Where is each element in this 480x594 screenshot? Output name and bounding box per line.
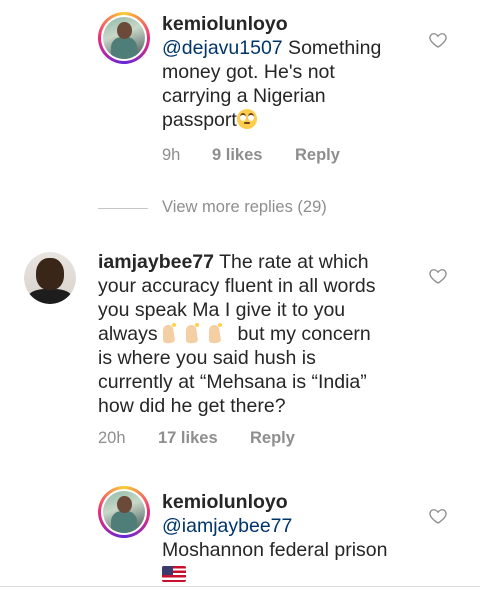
avatar-iamjaybee77[interactable] [24,252,76,304]
like-heart-icon[interactable] [428,506,448,526]
rolling-eyes-emoji-icon [236,109,257,129]
reply-button[interactable]: Reply [295,146,340,165]
comment-username[interactable]: kemiolunloyo [162,491,288,513]
raising-hands-emoji-icon [208,323,231,344]
comment-text: kemiolunloyo @iamjaybee77 Moshannon fede… [162,490,432,586]
avatar-kemiolunloyo[interactable] [98,486,150,538]
likes-count[interactable]: 17 likes [158,429,218,448]
like-heart-icon[interactable] [428,266,448,286]
divider-line [98,208,148,209]
bottom-divider [0,586,480,587]
avatar-kemiolunloyo[interactable] [98,12,150,64]
mention-link[interactable]: @iamjaybee77 [162,515,292,537]
reply-button[interactable]: Reply [250,429,295,448]
comment-username[interactable]: iamjaybee77 [98,251,214,273]
comment-username[interactable]: kemiolunloyo [162,13,288,35]
comment-time: 9h [162,146,181,164]
comment-time: 20h [98,429,126,447]
like-heart-icon[interactable] [428,30,448,50]
us-flag-emoji-icon [162,566,186,582]
comment-text: iamjaybee77 The rate at which your accur… [98,251,376,417]
raising-hands-emoji-icon [162,323,185,344]
raising-hands-emoji-icon [185,323,208,344]
view-more-replies-label[interactable]: View more replies (29) [162,198,327,217]
mention-link[interactable]: @dejavu1507 [162,37,283,59]
comment-text: kemiolunloyo @dejavu1507 Something money… [162,13,382,131]
likes-count[interactable]: 9 likes [212,146,262,165]
